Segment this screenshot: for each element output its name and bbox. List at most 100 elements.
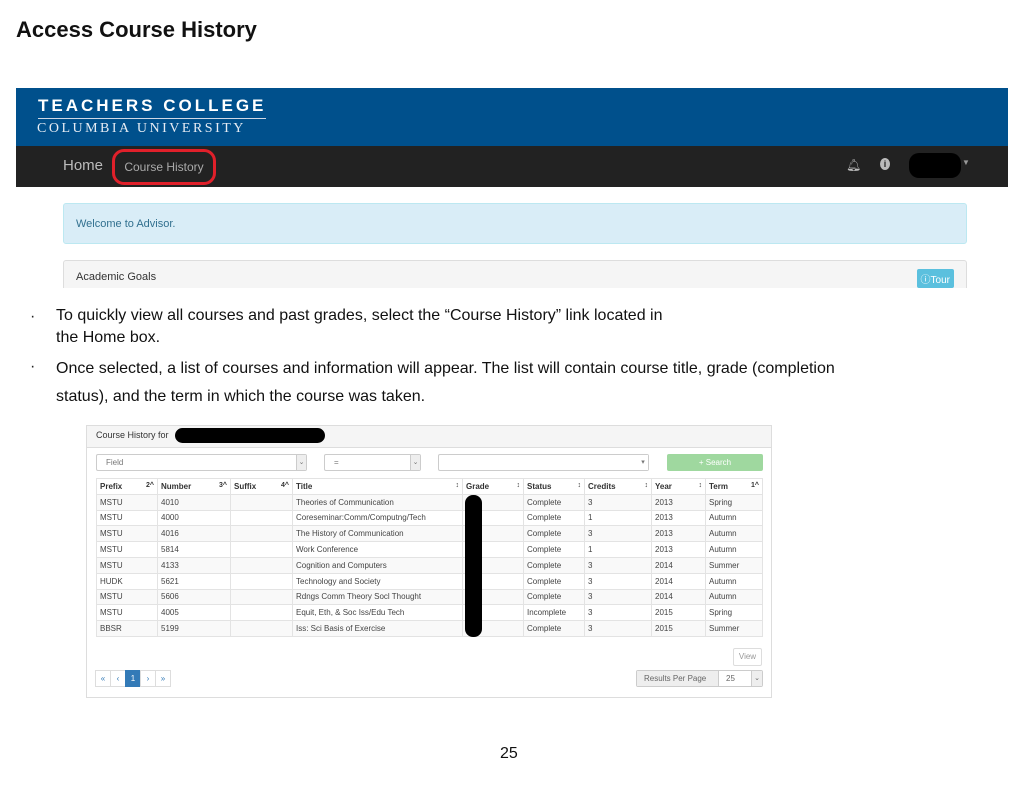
cell-year: 2014: [651, 572, 706, 590]
view-button[interactable]: View: [733, 648, 762, 666]
page-number: 25: [500, 745, 518, 762]
bell-icon[interactable]: 🔔︎: [846, 158, 861, 172]
column-label: Credits: [588, 481, 616, 491]
page-button[interactable]: »: [155, 670, 171, 687]
table-row[interactable]: MSTU 4133 Cognition and Computers Complete 3…: [96, 556, 763, 574]
table-row[interactable]: HUDK 5621 Technology and Society Complete 3 2…: [96, 572, 763, 590]
cell-number: 5199: [157, 620, 231, 637]
table-row[interactable]: MSTU 4010 Theories of Communication Complet…: [96, 493, 763, 511]
page-button[interactable]: ‹: [110, 670, 126, 687]
sort-icon[interactable]: ↕: [699, 482, 703, 489]
cell-prefix: MSTU: [96, 604, 158, 622]
cell-credits: 3: [584, 604, 652, 622]
table-row[interactable]: BBSR 5199 Iss: Sci Basis of Exercise Comple…: [96, 620, 763, 637]
nav-home[interactable]: Home: [63, 157, 103, 174]
cell-prefix: MSTU: [96, 525, 158, 543]
cell-year: 2014: [651, 588, 706, 606]
cell-credits: 3: [584, 493, 652, 511]
column-header-term[interactable]: Term 1^: [705, 478, 763, 495]
page-button[interactable]: ›: [140, 670, 156, 687]
chevron-down-icon: ⌄: [296, 455, 306, 470]
cell-year: 2015: [651, 620, 706, 637]
cell-credits: 3: [584, 556, 652, 574]
table-row[interactable]: MSTU 4005 Equit, Eth, & Soc Iss/Edu Tech In…: [96, 604, 763, 622]
user-menu-redacted[interactable]: [909, 153, 961, 178]
sort-icon[interactable]: ↕: [578, 482, 582, 489]
column-label: Title: [296, 481, 313, 491]
column-label: Number: [161, 481, 192, 491]
cell-status: Complete: [523, 493, 585, 511]
sort-icon[interactable]: 1^: [751, 482, 759, 489]
grade-redaction: [465, 495, 482, 637]
panel-heading: Course History for: [87, 426, 771, 448]
column-header-prefix[interactable]: Prefix 2^: [96, 478, 158, 495]
cell-status: Complete: [523, 525, 585, 543]
bullet-icon: ·: [30, 358, 36, 375]
column-header-status[interactable]: Status ↕: [523, 478, 585, 495]
course-history-heading: Course History for: [96, 430, 169, 440]
sort-icon[interactable]: 4^: [281, 482, 289, 489]
column-label: Grade: [466, 481, 490, 491]
column-header-grade[interactable]: Grade ↕: [462, 478, 524, 495]
cell-term: Autumn: [705, 509, 763, 527]
bullet-text-2: Once selected, a list of courses and inf…: [56, 355, 835, 411]
advisor-home-screenshot: TEACHERS COLLEGE COLUMBIA UNIVERSITY Hom…: [16, 88, 1008, 288]
cell-number: 4133: [157, 556, 231, 574]
page-button[interactable]: 1: [125, 670, 141, 687]
column-header-suffix[interactable]: Suffix 4^: [230, 478, 293, 495]
sort-icon[interactable]: ↕: [517, 482, 521, 489]
pagination: «‹ 1 ›»: [95, 670, 171, 687]
cell-status: Incomplete: [523, 604, 585, 622]
cell-prefix: MSTU: [96, 556, 158, 574]
cell-term: Autumn: [705, 541, 763, 558]
chevron-down-icon: ⌄: [751, 671, 762, 686]
results-per-page-label: Results Per Page: [637, 671, 719, 686]
nav-course-history[interactable]: Course History: [112, 149, 216, 185]
caret-down-icon: ▾: [638, 455, 648, 470]
caret-down-icon[interactable]: ▼: [962, 158, 970, 167]
column-label: Status: [527, 481, 552, 491]
column-header-number[interactable]: Number 3^: [157, 478, 231, 495]
cell-number: 4005: [157, 604, 231, 622]
info-icon[interactable]: i: [880, 158, 890, 170]
page-button[interactable]: «: [95, 670, 111, 687]
cell-credits: 1: [584, 541, 652, 558]
sort-icon[interactable]: ↕: [456, 482, 460, 489]
cell-title: Technology and Society: [292, 572, 463, 590]
cell-credits: 1: [584, 509, 652, 527]
cell-term: Autumn: [705, 572, 763, 590]
column-header-credits[interactable]: Credits ↕: [584, 478, 652, 495]
welcome-alert: Welcome to Advisor.: [63, 203, 967, 244]
tour-button[interactable]: ⓘTour: [916, 269, 954, 288]
cell-title: The History of Communication: [292, 525, 463, 543]
table-row[interactable]: MSTU 4016 The History of Communication Comp…: [96, 525, 763, 543]
sort-icon[interactable]: 3^: [219, 482, 227, 489]
cell-suffix: [230, 620, 293, 637]
column-header-title[interactable]: Title ↕: [292, 478, 463, 495]
cell-title: Rdngs Comm Theory Socl Thought: [292, 588, 463, 606]
field-select[interactable]: Field ⌄: [96, 454, 307, 471]
table-row[interactable]: MSTU 5606 Rdngs Comm Theory Socl Thought Co…: [96, 588, 763, 606]
sort-icon[interactable]: 2^: [146, 482, 154, 489]
academic-goals-panel: Academic Goals ⓘTour: [63, 260, 967, 288]
cell-title: Iss: Sci Basis of Exercise: [292, 620, 463, 637]
table-row[interactable]: MSTU 4000 Coreseminar:Comm/Computng/Tech Co…: [96, 509, 763, 527]
operator-select[interactable]: = ⌄: [324, 454, 421, 471]
column-label: Prefix: [100, 481, 123, 491]
logo-line1: TEACHERS COLLEGE: [38, 96, 267, 119]
cell-status: Complete: [523, 509, 585, 527]
value-input[interactable]: ▾: [438, 454, 649, 471]
search-button[interactable]: + Search: [667, 454, 763, 471]
table-row[interactable]: MSTU 5814 Work Conference Complete 1 2013 Autu…: [96, 541, 763, 558]
header-banner: TEACHERS COLLEGE COLUMBIA UNIVERSITY: [16, 88, 1008, 146]
cell-title: Cognition and Computers: [292, 556, 463, 574]
results-per-page-select[interactable]: Results Per Page 25 ⌄: [636, 670, 763, 687]
cell-term: Summer: [705, 556, 763, 574]
sort-icon[interactable]: ↕: [645, 482, 649, 489]
cell-status: Complete: [523, 572, 585, 590]
cell-prefix: MSTU: [96, 509, 158, 527]
cell-status: Complete: [523, 556, 585, 574]
course-table: Prefix 2^ Number 3^ Suffix 4^ Title ↕ Grade ↕ Stat…: [96, 478, 763, 637]
cell-term: Autumn: [705, 588, 763, 606]
column-header-year[interactable]: Year ↕: [651, 478, 706, 495]
